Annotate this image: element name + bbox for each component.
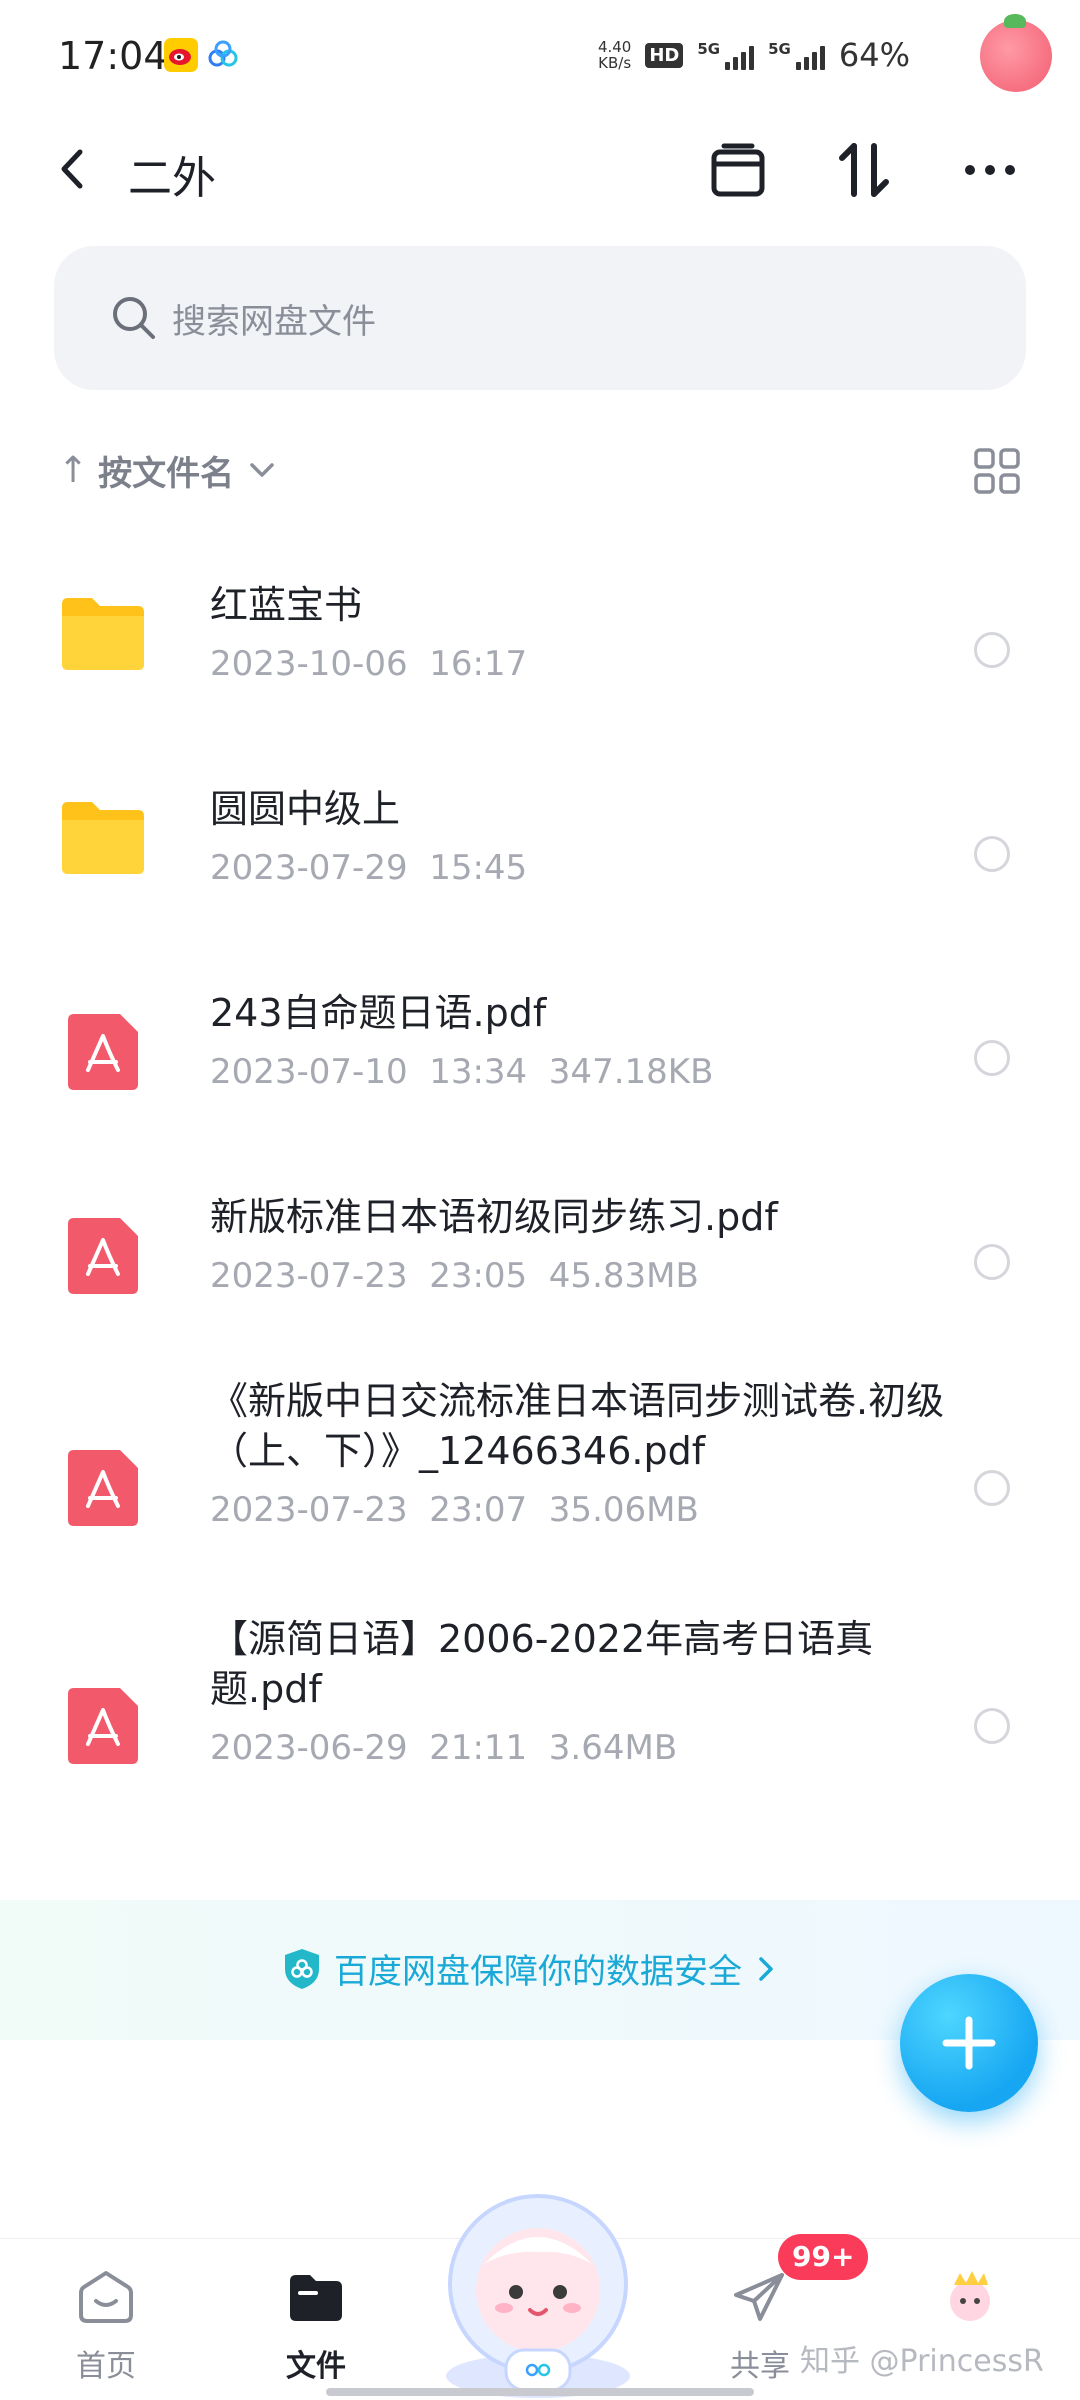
file-meta: 2023-06-29 21:11 3.64MB — [210, 1728, 678, 1768]
network-speed-value: 4.40 — [597, 38, 632, 56]
more-options-icon[interactable] — [958, 138, 1022, 202]
file-row[interactable]: 243自命题日语.pdf 2023-07-10 13:34 347.18KB — [0, 968, 1080, 1148]
safety-text: 百度网盘保障你的数据安全 — [334, 1952, 742, 1992]
paper-plane-icon — [734, 2273, 784, 2321]
pdf-file-icon — [68, 1450, 138, 1526]
file-name: 【源简日语】2006-2022年高考日语真题.pdf — [210, 1617, 874, 1711]
file-meta: 2023-10-06 16:17 — [210, 644, 528, 684]
file-row[interactable]: 《新版中日交流标准日本语同步测试卷.初级（上、下）》_12466346.pdf … — [0, 1376, 1080, 1606]
archive-icon[interactable] — [706, 138, 770, 202]
status-time: 17:04 — [58, 34, 168, 78]
file-name: 圆圆中级上 — [210, 787, 401, 831]
watermark: 知乎 @PrincessR — [800, 2344, 1044, 2379]
notification-badge: 99+ — [778, 2234, 869, 2280]
chevron-right-icon — [759, 1956, 773, 1981]
network-speed: 4.40 KB/s — [598, 39, 631, 71]
add-button[interactable] — [900, 1974, 1038, 2112]
user-avatar[interactable] — [980, 14, 1052, 92]
select-radio[interactable] — [974, 1708, 1010, 1744]
nav-files-label: 文件 — [286, 2349, 346, 2384]
chevron-down-icon — [250, 463, 274, 477]
sim1-signal-icon: 5G — [697, 40, 755, 70]
pdf-file-icon — [68, 1688, 138, 1764]
hd-voice-badge: HD — [645, 42, 684, 68]
sort-ascending-icon: ↑ — [58, 449, 89, 491]
select-radio[interactable] — [974, 632, 1010, 668]
nav-home-label: 首页 — [76, 2349, 136, 2384]
file-name: 新版标准日本语初级同步练习.pdf — [210, 1195, 778, 1239]
sim1-network-type: 5G — [697, 40, 721, 58]
safety-banner-content: 百度网盘保障你的数据安全 — [282, 1944, 778, 1993]
status-indicators: 4.40 KB/s HD 5G 5G 64% — [598, 36, 910, 74]
profile-avatar-icon — [950, 2271, 990, 2321]
file-meta: 2023-07-29 15:45 — [210, 848, 528, 888]
network-speed-unit: KB/s — [598, 54, 632, 72]
battery-level: 64% — [838, 36, 910, 74]
folder-icon — [62, 802, 144, 874]
weibo-icon — [164, 38, 198, 72]
sort-label: 按文件名 — [98, 453, 235, 494]
search-icon — [113, 297, 155, 339]
sim2-network-type: 5G — [768, 40, 791, 58]
grid-view-icon[interactable] — [972, 446, 1022, 496]
folder-icon — [62, 598, 144, 670]
nav-files[interactable]: 文件 — [246, 2257, 386, 2387]
file-row[interactable]: 红蓝宝书 2023-10-06 16:17 — [0, 560, 1080, 740]
select-radio[interactable] — [974, 1244, 1010, 1280]
sim2-signal-icon: 5G — [768, 40, 825, 70]
home-indicator[interactable] — [326, 2388, 754, 2396]
file-meta: 2023-07-10 13:34 347.18KB — [210, 1052, 714, 1092]
file-meta: 2023-07-23 23:07 35.06MB — [210, 1490, 699, 1530]
transfer-icon[interactable] — [832, 138, 896, 202]
file-name: 《新版中日交流标准日本语同步测试卷.初级（上、下）》_12466346.pdf — [210, 1379, 945, 1473]
search-placeholder: 搜索网盘文件 — [172, 302, 376, 342]
nav-home[interactable]: 首页 — [36, 2257, 176, 2387]
select-radio[interactable] — [974, 1040, 1010, 1076]
sort-selector[interactable]: ↑ 按文件名 — [58, 440, 278, 500]
file-row[interactable]: 新版标准日本语初级同步练习.pdf 2023-07-23 23:05 45.83… — [0, 1172, 1080, 1352]
search-box[interactable]: 搜索网盘文件 — [54, 246, 1026, 390]
folder-tab-icon — [290, 2275, 342, 2321]
mascot-assistant-icon[interactable] — [428, 2180, 648, 2400]
file-name: 243自命题日语.pdf — [210, 991, 547, 1035]
shield-icon — [285, 1948, 319, 1989]
select-radio[interactable] — [974, 836, 1010, 872]
folder-header: 二外 — [0, 120, 1080, 220]
plus-icon — [942, 2016, 996, 2070]
home-icon — [79, 2271, 133, 2323]
page-title: 二外 — [128, 153, 216, 204]
file-row[interactable]: 【源简日语】2006-2022年高考日语真题.pdf 2023-06-29 21… — [0, 1614, 1080, 1844]
pdf-file-icon — [68, 1014, 138, 1090]
pdf-file-icon — [68, 1218, 138, 1294]
file-row[interactable]: 圆圆中级上 2023-07-29 15:45 — [0, 764, 1080, 944]
back-arrow-icon[interactable] — [50, 144, 100, 194]
select-radio[interactable] — [974, 1470, 1010, 1506]
status-bar: 17:04 4.40 KB/s HD 5G 5G 64% — [0, 0, 1080, 110]
file-name: 红蓝宝书 — [210, 583, 363, 627]
file-meta: 2023-07-23 23:05 45.83MB — [210, 1256, 699, 1296]
baidu-netdisk-icon — [208, 40, 238, 67]
